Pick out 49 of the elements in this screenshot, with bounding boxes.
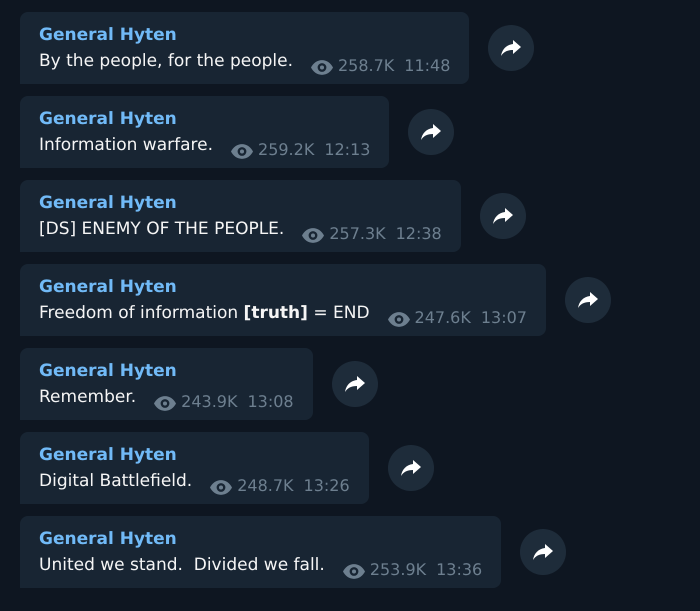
view-count: 258.7K: [338, 55, 394, 77]
view-count: 243.9K: [181, 391, 238, 413]
view-count: 248.7K: [237, 475, 294, 497]
eye-icon: [388, 312, 410, 327]
eye-icon: [302, 228, 324, 243]
message-time: 13:07: [480, 307, 527, 329]
view-count: 247.6K: [414, 307, 471, 329]
forward-arrow-icon: [421, 124, 442, 140]
message-time: 12:38: [396, 223, 442, 245]
author-name: General Hyten: [39, 360, 178, 383]
message-text: United we stand. Divided we fall.: [39, 554, 325, 577]
author-name: General Hyten: [39, 444, 178, 467]
share-button[interactable]: [480, 193, 526, 239]
author-name: General Hyten: [39, 192, 178, 215]
eye-icon: [210, 480, 232, 495]
forward-arrow-icon: [501, 40, 522, 56]
eye-icon: [154, 396, 176, 411]
message-time: 13:36: [436, 559, 482, 581]
share-button[interactable]: [488, 25, 534, 71]
share-button[interactable]: [520, 529, 566, 575]
share-button[interactable]: [388, 445, 434, 491]
forward-arrow-icon: [344, 376, 365, 392]
message-text: Digital Battlefield.: [39, 470, 192, 493]
message-time: 12:13: [324, 139, 370, 161]
author-name: General Hyten: [39, 276, 178, 299]
eye-icon: [342, 564, 365, 579]
eye-icon: [310, 60, 333, 75]
eye-icon: [231, 144, 254, 159]
message-text: [DS] ENEMY OF THE PEOPLE.: [39, 218, 284, 241]
message-text: Remember.: [39, 386, 136, 409]
view-count: 257.3K: [329, 223, 386, 245]
view-count: 253.9K: [370, 559, 426, 581]
message-text: By the people, for the people.: [39, 50, 293, 73]
author-name: General Hyten: [39, 528, 178, 551]
message-text: Information warfare.: [39, 134, 214, 157]
share-button[interactable]: [332, 361, 378, 407]
message-time: 13:26: [304, 475, 350, 497]
forward-arrow-icon: [400, 460, 421, 476]
share-button[interactable]: [408, 109, 454, 155]
message-time: 13:08: [247, 391, 294, 413]
forward-arrow-icon: [533, 544, 554, 560]
author-name: General Hyten: [39, 108, 178, 131]
forward-arrow-icon: [578, 292, 598, 308]
message-text: Freedom of information [truth] = END: [39, 302, 370, 325]
author-name: General Hyten: [39, 24, 178, 47]
view-count: 259.2K: [258, 139, 314, 161]
share-button[interactable]: [564, 277, 611, 323]
message-time: 11:48: [404, 55, 450, 77]
forward-arrow-icon: [492, 208, 513, 224]
